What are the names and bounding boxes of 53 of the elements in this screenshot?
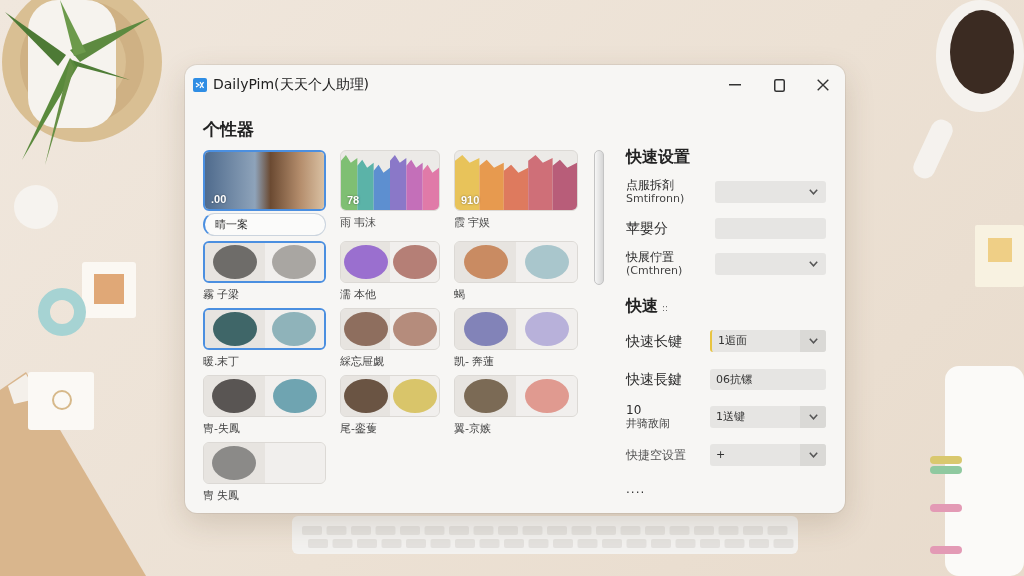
section-heading: 快速 [626, 296, 658, 316]
thumbnail-caption: .00 [211, 193, 227, 206]
more-dots: .... [626, 482, 647, 496]
theme-name-field[interactable]: 晴一案 [203, 213, 326, 236]
setting-label: 10 [626, 403, 643, 417]
theme-card[interactable] [203, 241, 326, 283]
theme-name: 翼-京嫉 [454, 421, 492, 437]
app-icon [193, 78, 207, 92]
chevron-down-icon [808, 189, 818, 195]
minimize-icon [729, 84, 741, 86]
theme-name: 凯- 奔蓮 [454, 354, 496, 370]
heading-mark: :: [662, 303, 669, 313]
text-field[interactable]: 06抗镙 [710, 368, 826, 390]
setting-label: 快捷空设置 [626, 448, 687, 462]
theme-name: 綵忘屉觑 [340, 354, 385, 370]
setting-label: 快速長鍵 [626, 370, 683, 388]
setting-label: 快速长键 [626, 332, 683, 350]
theme-name: 暖.末丁 [203, 354, 241, 370]
setting-label: 苹嬰分 [626, 219, 669, 237]
chevron-down-icon [808, 452, 818, 458]
section-heading: 快速设置 [626, 147, 690, 167]
maximize-icon [773, 78, 785, 92]
window-title: DailyPim(天天个人助理) [213, 76, 370, 94]
ring-drawing [38, 288, 86, 336]
scrollbar[interactable] [594, 150, 604, 285]
chevron-down-icon [808, 414, 818, 420]
theme-name: 冑 失鳳 [203, 488, 241, 504]
chevron-down-icon [808, 338, 818, 344]
dropdown[interactable]: 1逅面 [710, 330, 826, 352]
theme-name: 冑-失鳳 [203, 421, 241, 437]
theme-name: 霞 宇娱 [454, 215, 492, 231]
theme-name: 蝎 [454, 287, 466, 303]
note-card-drawing [28, 372, 94, 430]
theme-card[interactable]: .00 [203, 150, 326, 211]
chevron-down-icon [808, 261, 818, 267]
setting-sublabel: Smtifronn) [626, 192, 686, 206]
theme-name: 霧 子梁 [203, 287, 241, 303]
section-heading: 个性器 [203, 119, 255, 139]
theme-name: 濡 本他 [340, 287, 378, 303]
theme-card[interactable] [203, 308, 326, 350]
close-icon [817, 79, 829, 91]
thumbnail-caption: 78 [347, 194, 360, 207]
theme-name: 雨 韦沫 [340, 215, 378, 231]
dropdown[interactable]: 1送键 [710, 406, 826, 428]
setting-label: 点服拆剤 [626, 178, 675, 192]
setting-sublabel: (Cmthren) [626, 264, 684, 278]
sticky-note-drawing [975, 225, 1024, 287]
setting-sublabel: 井骑敌闹 [626, 417, 671, 431]
dropdown[interactable]: + [710, 444, 826, 466]
photo-card-drawing [82, 262, 136, 318]
theme-name: 尾-銮蒦 [340, 421, 378, 437]
setting-label: 快展佇置 [626, 250, 675, 264]
thumbnail-caption: 910 [461, 194, 480, 207]
